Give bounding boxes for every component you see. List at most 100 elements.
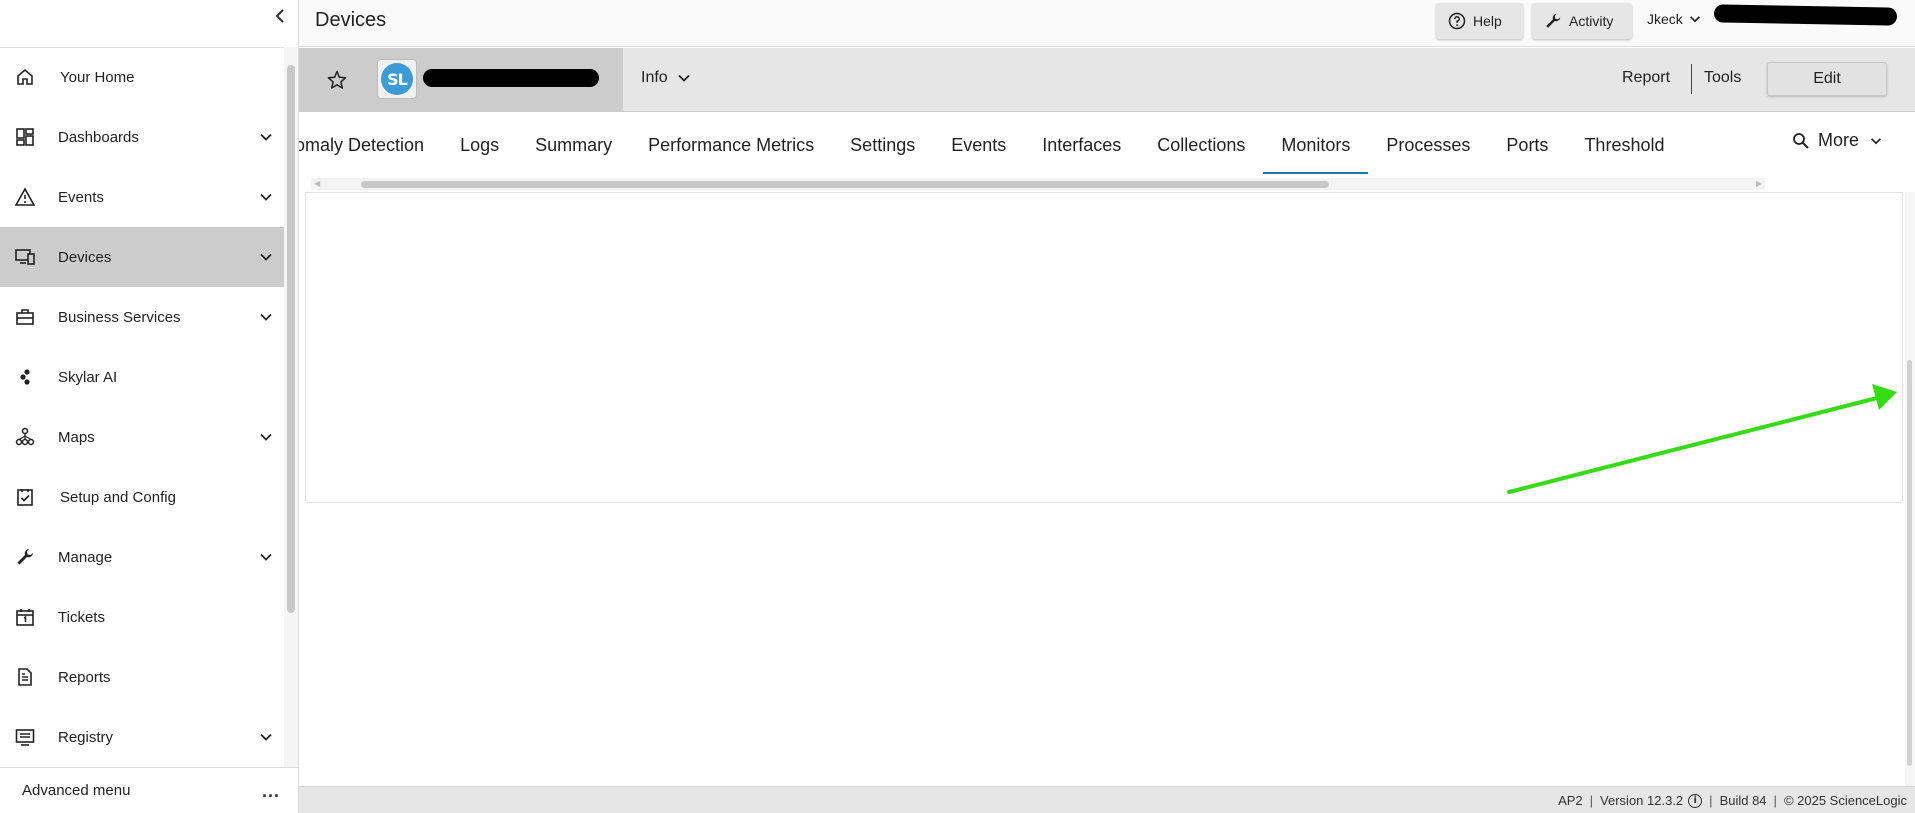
advanced-menu[interactable]: Advanced menu ...	[0, 767, 299, 813]
main-content	[299, 192, 1915, 786]
advanced-menu-label: Advanced menu	[22, 782, 131, 799]
sidebar-item-manage[interactable]: Manage	[0, 527, 284, 587]
sidebar-item-label: Business Services	[58, 308, 181, 326]
sidebar-item-business-services[interactable]: Business Services	[0, 287, 284, 347]
scroll-right-arrow-icon[interactable]: ▶	[1756, 179, 1762, 188]
star-icon[interactable]	[326, 69, 348, 91]
more-tabs-button[interactable]: More	[1792, 130, 1883, 151]
chevron-down-icon	[1689, 16, 1700, 23]
checklist-icon	[14, 486, 36, 508]
sidebar-item-events[interactable]: Events	[0, 167, 284, 227]
help-label: Help	[1473, 13, 1502, 29]
sciencelogic-logo: SL	[381, 63, 413, 95]
sidebar-item-label: Tickets	[58, 608, 105, 626]
sidebar-scrollbar[interactable]	[284, 47, 298, 767]
sidebar-item-reports[interactable]: Reports	[0, 647, 284, 707]
device-logo: SL	[377, 59, 417, 99]
redaction-mark	[1713, 4, 1898, 26]
sidebar-item-devices[interactable]: Devices	[0, 227, 284, 287]
top-bar: Devices Help Activity Jkeck	[299, 0, 1915, 47]
chevron-down-icon[interactable]	[258, 429, 274, 445]
chevron-down-icon[interactable]	[258, 189, 274, 205]
divider	[1691, 64, 1692, 94]
sidebar-item-label: Reports	[58, 668, 111, 686]
tab-events[interactable]: Events	[933, 112, 1024, 178]
tabs-scroll-thumb[interactable]	[361, 181, 1329, 188]
tab-settings[interactable]: Settings	[832, 112, 933, 178]
calendar-icon	[14, 606, 36, 628]
tab-monitors[interactable]: Monitors	[1263, 112, 1369, 178]
registry-icon	[14, 726, 36, 748]
chevron-down-icon[interactable]	[258, 249, 274, 265]
chevron-down-icon[interactable]	[258, 129, 274, 145]
sidebar-item-label: Dashboards	[58, 128, 139, 146]
user-menu[interactable]: Jkeck	[1647, 11, 1702, 27]
page-title: Devices	[315, 9, 387, 31]
content-scroll-thumb[interactable]	[1907, 360, 1912, 766]
version-text: Version 12.3.2	[1600, 793, 1684, 808]
sidebar-item-label: Your Home	[60, 68, 135, 86]
wrench-icon	[14, 546, 36, 568]
info-dropdown[interactable]: Info	[641, 69, 692, 87]
more-options-icon[interactable]: ...	[262, 782, 280, 800]
sidebar-item-your-home[interactable]: Your Home	[0, 47, 284, 107]
tools-link[interactable]: Tools	[1704, 69, 1741, 87]
sidebar-item-maps[interactable]: Maps	[0, 407, 284, 467]
sidebar-item-dashboards[interactable]: Dashboards	[0, 107, 284, 167]
search-icon	[1793, 132, 1809, 149]
user-name: Jkeck	[1647, 11, 1683, 27]
warning-icon	[14, 186, 36, 208]
tab-ports[interactable]: Ports	[1488, 112, 1566, 178]
tab-anomaly-detection[interactable]: omaly Detection	[299, 112, 442, 178]
sidebar-item-setup-and-config[interactable]: Setup and Config	[0, 467, 284, 527]
tabs-viewport: omaly Detection Logs Summary Performance…	[299, 112, 1765, 178]
help-button[interactable]: Help	[1436, 3, 1523, 39]
tab-performance-metrics[interactable]: Performance Metrics	[630, 112, 832, 178]
device-identity: SL	[299, 48, 623, 112]
tab-collections[interactable]: Collections	[1139, 112, 1263, 178]
tab-thresholds[interactable]: Threshold	[1566, 112, 1682, 178]
briefcase-icon	[14, 306, 36, 328]
chevron-down-icon	[1871, 137, 1882, 144]
sidebar-item-label: Maps	[58, 428, 95, 446]
more-label: More	[1818, 130, 1860, 150]
tab-processes[interactable]: Processes	[1368, 112, 1488, 178]
report-link[interactable]: Report	[1622, 69, 1670, 87]
sidebar-item-tickets[interactable]: Tickets	[0, 587, 284, 647]
scroll-left-arrow-icon[interactable]: ◀	[314, 179, 320, 188]
tabs-horizontal-scrollbar[interactable]: ◀ ▶	[311, 178, 1765, 190]
tabs-strip: omaly Detection Logs Summary Performance…	[299, 112, 1682, 178]
separator: |	[1589, 793, 1594, 808]
sidebar-item-label: Registry	[58, 728, 114, 746]
dashboard-icon	[14, 126, 36, 148]
tab-summary[interactable]: Summary	[517, 112, 630, 178]
activity-label: Activity	[1569, 13, 1614, 29]
sidebar-item-label: Skylar AI	[58, 368, 118, 386]
sidebar-item-skylar-ai[interactable]: Skylar AI	[0, 347, 284, 407]
separator: |	[1709, 793, 1713, 808]
home-icon	[14, 66, 36, 88]
tab-logs[interactable]: Logs	[442, 112, 517, 178]
sidebar-item-registry[interactable]: Registry	[0, 707, 284, 767]
tab-interfaces[interactable]: Interfaces	[1024, 112, 1139, 178]
sidebar-item-label: Manage	[58, 548, 113, 566]
separator: |	[1773, 793, 1777, 808]
activity-button[interactable]: Activity	[1532, 3, 1632, 39]
info-icon[interactable]: i	[1688, 793, 1703, 808]
collapse-sidebar-icon[interactable]	[270, 6, 290, 28]
chevron-down-icon[interactable]	[258, 729, 274, 745]
device-header: SL Info Report Tools Edit	[299, 48, 1915, 112]
redaction-mark	[423, 69, 599, 87]
content-scrollbar[interactable]	[1905, 192, 1915, 786]
server-name: AP2	[1558, 793, 1583, 808]
sidebar-scroll-thumb[interactable]	[287, 65, 295, 613]
help-icon	[1448, 12, 1466, 30]
edit-button[interactable]: Edit	[1767, 62, 1887, 96]
sidebar-item-label: Events	[58, 188, 104, 206]
chevron-down-icon[interactable]	[258, 309, 274, 325]
sidebar: Your Home Dashboards Events Devices Busi…	[0, 0, 299, 813]
build-text: Build 84	[1719, 793, 1767, 808]
annotation-arrow	[1507, 384, 1897, 494]
chevron-down-icon[interactable]	[258, 549, 274, 565]
copyright-text: © 2025 ScienceLogic	[1783, 793, 1907, 808]
